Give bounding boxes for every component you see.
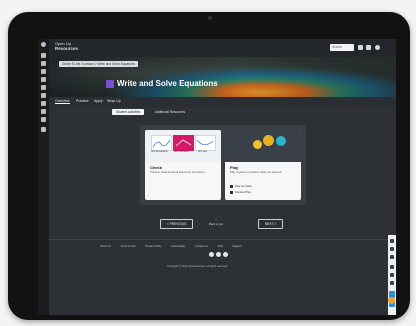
footer-link[interactable]: FAQ (218, 245, 223, 248)
footer-link[interactable]: About Us (100, 245, 111, 248)
screen: Open Up Resources Search Grade 8 Unit 4 … (38, 39, 396, 315)
copyright-text: Copyright © Open Up Resources. All right… (167, 265, 228, 268)
graph-thumb-3 (195, 135, 216, 151)
footer-link[interactable]: Contact Us (195, 245, 208, 248)
tab-student-activities[interactable]: Student Activities (112, 109, 145, 115)
chat-icon[interactable] (388, 297, 395, 304)
play-card[interactable]: Play Play a game to practice what you le… (225, 130, 301, 200)
book-icon[interactable] (41, 61, 46, 66)
tablet-frame: Open Up Resources Search Grade 8 Unit 4 … (8, 12, 410, 320)
footer-link[interactable]: Terms of Use (120, 245, 135, 248)
settings-icon[interactable] (41, 117, 46, 122)
hero-banner: Grade 8 Unit 4 Lesson 2 Write and Solve … (49, 57, 396, 97)
footer-link[interactable]: Accessibility (171, 245, 185, 248)
message-icon[interactable] (41, 109, 46, 114)
lesson-nav-tabs: Overview Practice Apply Wrap Up (49, 97, 396, 107)
coin-icon (253, 140, 262, 149)
check-thumbnail: Unit Introduction Unit Overview Unit Tes… (145, 130, 221, 162)
previous-button[interactable]: < PREVIOUS (160, 219, 194, 229)
user-icon[interactable] (375, 45, 380, 50)
brand-line-2: Resources (55, 46, 79, 51)
card-description: Play a game to practice what you learned… (230, 170, 283, 174)
fullscreen-icon[interactable] (390, 255, 394, 259)
footer-links: About Us Terms of Use Privacy Policy Acc… (100, 245, 360, 250)
play-thumbnail (225, 130, 301, 162)
option-student-play[interactable]: Student Play (230, 190, 251, 194)
footer-divider (49, 239, 396, 240)
footer-link[interactable]: Support (233, 245, 242, 248)
checkbox-icon (230, 190, 233, 194)
tab-overview[interactable]: Overview (55, 99, 70, 104)
option-play-class[interactable]: Play as Class (230, 184, 252, 188)
thumb-label: Unit Test (198, 151, 207, 153)
search-input[interactable]: Search (330, 44, 354, 51)
chart-icon[interactable] (41, 93, 46, 98)
download-icon[interactable] (390, 273, 394, 277)
next-button[interactable]: NEXT > (258, 219, 284, 229)
thumb-label: Unit Introduction (151, 151, 168, 153)
tab-apply[interactable]: Apply (94, 99, 103, 103)
left-sidebar (38, 39, 49, 315)
home-icon[interactable] (41, 53, 46, 58)
top-bar: Open Up Resources Search (49, 39, 396, 57)
tab-wrap-up[interactable]: Wrap Up (107, 99, 121, 103)
zoom-out-icon[interactable] (390, 247, 394, 251)
share-icon[interactable] (390, 281, 394, 285)
apps-icon[interactable] (358, 45, 363, 50)
twitter-icon[interactable] (216, 252, 221, 257)
tab-additional-resources[interactable]: Additional Resources (151, 109, 189, 115)
facebook-icon[interactable] (209, 252, 214, 257)
folder-icon[interactable] (41, 101, 46, 106)
tab-practice[interactable]: Practice (76, 99, 89, 103)
graph-thumb-1 (151, 135, 172, 151)
brand-logo[interactable]: Open Up Resources (55, 41, 78, 51)
breadcrumb[interactable]: Grade 8 Unit 4 Lesson 2 Write and Solve … (59, 61, 138, 67)
graph-thumb-2 (173, 135, 194, 151)
zoom-in-icon[interactable] (390, 239, 394, 243)
logo-icon[interactable] (41, 42, 46, 47)
card-description: Practice what students learned in the le… (150, 170, 206, 174)
assignment-icon[interactable] (41, 85, 46, 90)
page-title: Write and Solve Equations (117, 79, 218, 88)
activity-panel: Unit Introduction Unit Overview Unit Tes… (140, 125, 306, 205)
footer-link[interactable]: Privacy Policy (145, 245, 161, 248)
help-icon[interactable] (41, 127, 46, 132)
trophy-icon (263, 135, 274, 146)
checkbox-icon (230, 184, 233, 188)
lesson-icon (106, 80, 114, 88)
thumb-label: Unit Overview (174, 151, 189, 153)
star-icon (276, 136, 286, 146)
print-icon[interactable] (390, 265, 394, 269)
check-card[interactable]: Unit Introduction Unit Overview Unit Tes… (145, 130, 221, 200)
camera-icon (208, 16, 212, 20)
resource-tabs: Student Activities Additional Resources (49, 107, 396, 117)
calendar-icon[interactable] (41, 69, 46, 74)
back-to-top-link[interactable]: ^ Back to top (208, 218, 224, 226)
instagram-icon[interactable] (223, 252, 228, 257)
users-icon[interactable] (41, 77, 46, 82)
bell-icon[interactable] (366, 45, 371, 50)
